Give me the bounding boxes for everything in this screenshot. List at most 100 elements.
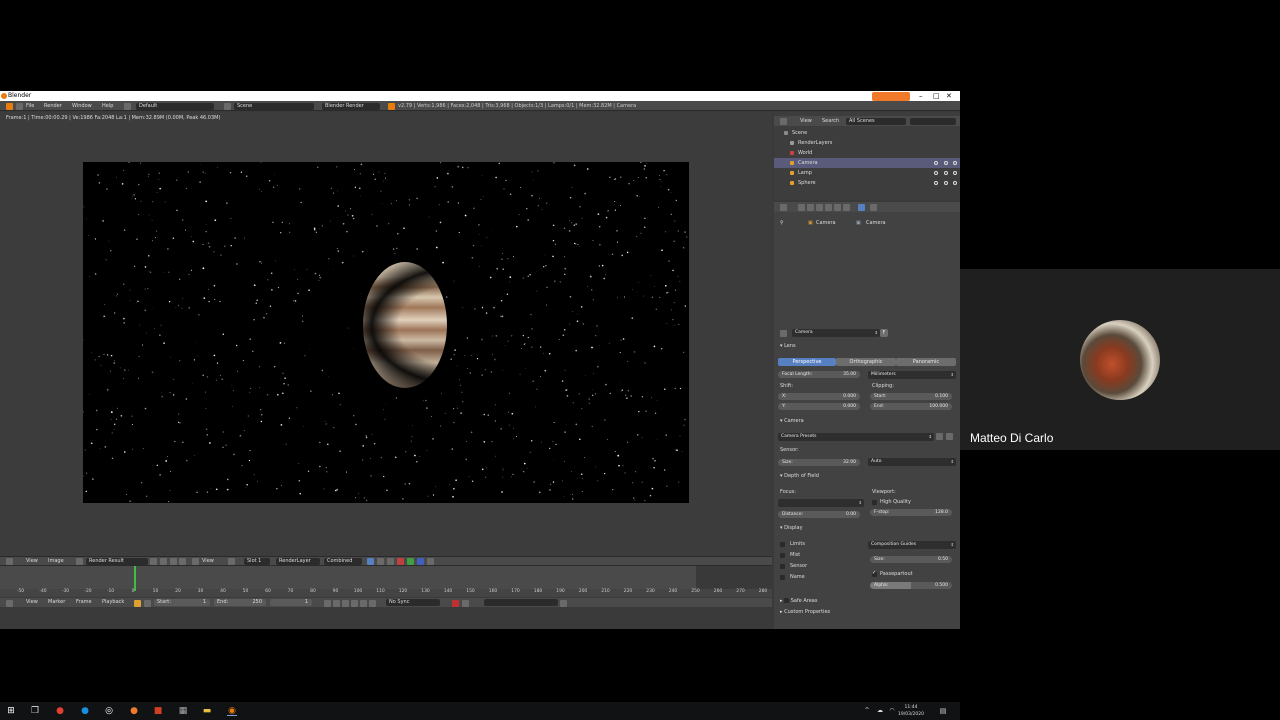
focal-length-field[interactable]: Focal Length: 35.00: [778, 371, 860, 378]
orthographic-button[interactable]: Orthographic: [836, 358, 896, 366]
visibility-toggle-icon[interactable]: [944, 161, 948, 165]
render-pass-select[interactable]: Combined: [324, 558, 362, 565]
scene-field[interactable]: Scene: [234, 103, 314, 110]
image-browse-icon[interactable]: [76, 558, 83, 565]
composition-guides-select[interactable]: Composition Guides: [868, 541, 956, 549]
mist-checkbox[interactable]: [780, 553, 785, 558]
render-tab-icon[interactable]: [798, 204, 805, 211]
tray-chevron-icon[interactable]: ^: [862, 706, 872, 716]
skype-icon[interactable]: ●: [80, 706, 90, 716]
shift-x-field[interactable]: X: 0.000: [778, 393, 860, 400]
next-key-icon[interactable]: [360, 600, 367, 607]
menu-playback[interactable]: Playback: [102, 598, 124, 607]
screen-layout-icon[interactable]: [124, 103, 131, 110]
timeline-frame-range[interactable]: [0, 566, 696, 589]
maximize-icon[interactable]: □: [933, 91, 940, 101]
editor-type-icon[interactable]: [780, 204, 787, 211]
object-tab-icon[interactable]: [834, 204, 841, 211]
image-name-field[interactable]: Render Result: [86, 558, 148, 565]
camera-datablock-field[interactable]: Camera: [792, 329, 880, 337]
preview-range-icon[interactable]: [134, 600, 141, 607]
dof-panel-header[interactable]: ▾ Depth of Field: [780, 473, 819, 479]
view-mode-icon[interactable]: [192, 558, 199, 565]
outliner-row[interactable]: Scene: [774, 128, 960, 138]
image-new-icon[interactable]: [160, 558, 167, 565]
menu-frame[interactable]: Frame: [76, 598, 92, 607]
constraints-tab-icon[interactable]: [843, 204, 850, 211]
pin-icon[interactable]: ⚲: [780, 220, 784, 226]
jump-start-icon[interactable]: [324, 600, 331, 607]
image-open-icon[interactable]: [170, 558, 177, 565]
menu-view[interactable]: View: [26, 598, 38, 607]
render-engine-select[interactable]: Blender Render: [322, 103, 380, 110]
record-icon[interactable]: [452, 600, 459, 607]
end-frame-field[interactable]: End: 250: [214, 599, 266, 606]
high-quality-checkbox[interactable]: [872, 500, 877, 505]
image-editor-viewport[interactable]: Frame:1 | Time:00:00.29 | Ve:1986 Fa:204…: [0, 112, 772, 556]
panoramic-button[interactable]: Panoramic: [896, 358, 956, 366]
scene-icon[interactable]: [224, 103, 231, 110]
app-icon[interactable]: ▦: [178, 706, 188, 716]
menu-search[interactable]: Search: [822, 116, 839, 126]
channel-alpha-icon[interactable]: [377, 558, 384, 565]
menu-help[interactable]: Help: [102, 101, 113, 111]
insert-key-icon[interactable]: [560, 600, 567, 607]
render-layers-tab-icon[interactable]: [807, 204, 814, 211]
windows-start-icon[interactable]: ⊞: [6, 706, 16, 716]
focus-object-field[interactable]: [778, 499, 864, 507]
start-frame-field[interactable]: Start: 1: [154, 599, 210, 606]
minimize-icon[interactable]: –: [919, 91, 923, 101]
sensor-checkbox[interactable]: [780, 564, 785, 569]
play-reverse-icon[interactable]: [342, 600, 349, 607]
range-lock-icon[interactable]: [144, 600, 151, 607]
extra-tab-icon[interactable]: [870, 204, 877, 211]
channel-green-icon[interactable]: [407, 558, 414, 565]
channel-rgb-icon[interactable]: [367, 558, 374, 565]
clip-start-field[interactable]: Start: 0.100: [870, 393, 952, 400]
task-view-icon[interactable]: ❐: [30, 706, 40, 716]
visibility-toggle-icon[interactable]: [953, 161, 957, 165]
current-frame-field[interactable]: 1: [270, 599, 312, 606]
screen-layout-field[interactable]: Default: [136, 103, 214, 110]
render-result-image[interactable]: [83, 162, 689, 503]
timeline[interactable]: -50 -40 -30 -20 -10 0 10 20 30 40 50 60 70 80 90 100 110…: [0, 565, 772, 597]
visibility-toggle-icon[interactable]: [934, 171, 938, 175]
camera-panel-header[interactable]: ▾ Camera: [780, 418, 804, 424]
file-explorer-icon[interactable]: ▬: [202, 706, 212, 716]
safe-areas-panel-header[interactable]: ▸ Safe Areas: [780, 597, 817, 604]
editor-type-icon[interactable]: [6, 558, 13, 565]
outliner-row[interactable]: World: [774, 148, 960, 158]
visibility-toggle-icon[interactable]: [953, 171, 957, 175]
visibility-toggle-icon[interactable]: [934, 161, 938, 165]
menu-marker[interactable]: Marker: [48, 598, 65, 607]
notification-icon[interactable]: ▤: [938, 706, 948, 716]
display-size-field[interactable]: Size: 0.50: [870, 556, 952, 563]
outliner-row[interactable]: Sphere: [774, 178, 960, 188]
channel-red-icon[interactable]: [397, 558, 404, 565]
editor-type-icon[interactable]: [6, 103, 13, 110]
name-checkbox[interactable]: [780, 575, 785, 580]
menu-render[interactable]: Render: [44, 101, 62, 111]
slot-select[interactable]: Slot 1: [244, 558, 270, 565]
custom-props-panel-header[interactable]: ▸ Custom Properties: [780, 609, 830, 615]
tray-network-icon[interactable]: ◠: [887, 706, 897, 716]
menu-window[interactable]: Window: [72, 101, 92, 111]
remove-preset-icon[interactable]: [946, 433, 953, 440]
camera-browse-icon[interactable]: [780, 330, 787, 337]
firefox-tab-icon[interactable]: [872, 92, 910, 101]
lens-panel-header[interactable]: ▾ Lens: [780, 343, 796, 349]
limits-checkbox[interactable]: [780, 542, 785, 547]
display-mode-select[interactable]: All Scenes: [846, 118, 906, 125]
menu-toggle-icon[interactable]: [16, 103, 23, 110]
sample-icon[interactable]: [387, 558, 394, 565]
channel-z-icon[interactable]: [427, 558, 434, 565]
lens-unit-select[interactable]: Millimeters: [868, 371, 956, 379]
clip-end-field[interactable]: End: 100.000: [870, 403, 952, 410]
world-tab-icon[interactable]: [825, 204, 832, 211]
camera-presets-select[interactable]: Camera Presets: [778, 433, 934, 441]
render-layer-select[interactable]: RenderLayer: [276, 558, 320, 565]
editor-type-icon[interactable]: [6, 600, 13, 607]
sync-select[interactable]: No Sync: [386, 599, 440, 606]
outliner-search-input[interactable]: [910, 118, 956, 125]
prev-key-icon[interactable]: [333, 600, 340, 607]
